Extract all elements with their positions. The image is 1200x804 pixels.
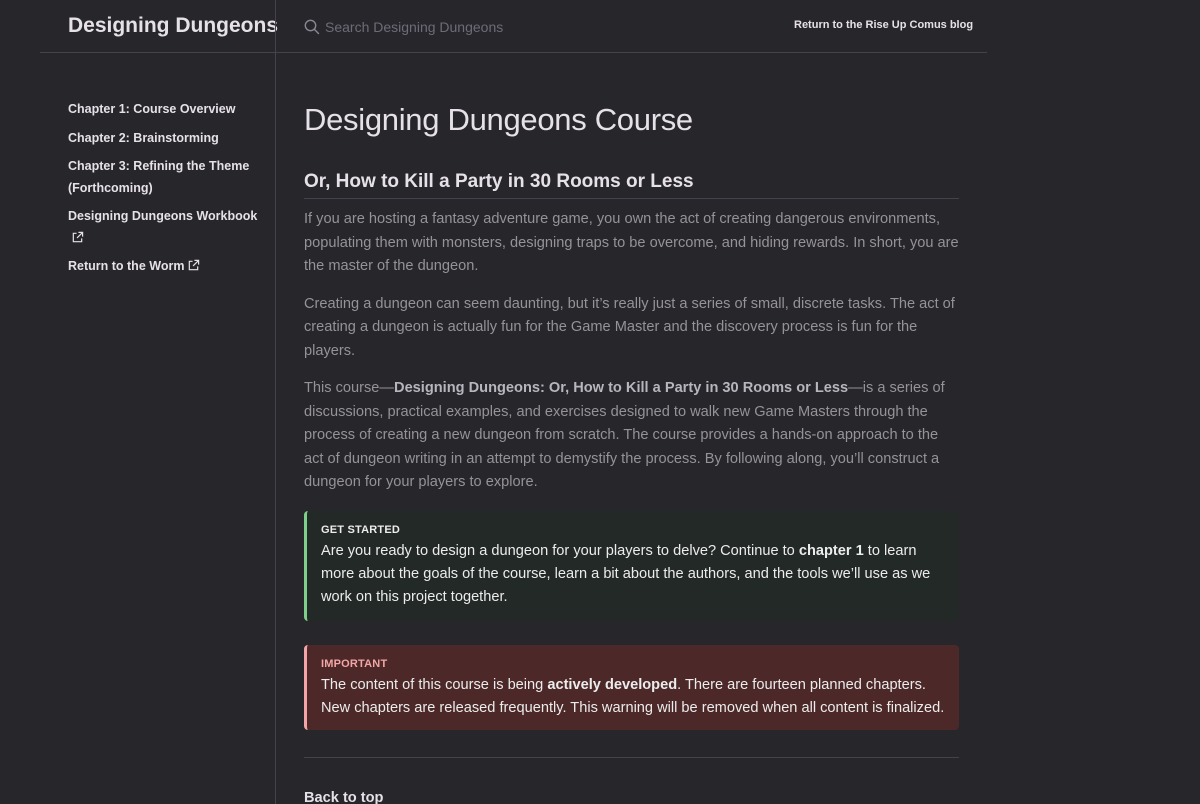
sidebar-item-label: Return to the Worm <box>68 259 185 273</box>
page-subtitle: Or, How to Kill a Party in 30 Rooms or L… <box>304 171 959 199</box>
search-bar[interactable] <box>304 16 604 38</box>
callout-body: Are you ready to design a dungeon for yo… <box>321 542 931 605</box>
return-to-blog-link[interactable]: Return to the Rise Up Comus blog <box>794 19 973 31</box>
sidebar-item-label: Chapter 3: Refining the Theme (Forthcomi… <box>68 159 250 195</box>
daunting-paragraph: Creating a dungeon can seem daunting, bu… <box>304 295 955 359</box>
external-link-icon <box>72 231 84 242</box>
sidebar-item-workbook[interactable]: Designing Dungeons Workbook <box>68 206 263 249</box>
sidebar-item-label: Chapter 1: Course Overview <box>68 102 236 116</box>
get-started-callout: GET STARTED Are you ready to design a du… <box>304 510 959 621</box>
chapter-1-link[interactable]: chapter 1 <box>799 543 864 559</box>
important-callout: IMPORTANT The content of this course is … <box>304 644 959 730</box>
search-icon <box>304 19 320 35</box>
intro-paragraph: If you are hosting a fantasy adventure g… <box>304 211 959 274</box>
sidebar-item-chapter-3[interactable]: Chapter 3: Refining the Theme (Forthcomi… <box>68 156 263 199</box>
external-link-icon <box>189 259 200 271</box>
sidebar-item-return-to-worm[interactable]: Return to the Worm <box>68 256 263 278</box>
search-input[interactable] <box>325 19 585 35</box>
callout-label: IMPORTANT <box>321 657 388 670</box>
sidebar-item-chapter-2[interactable]: Chapter 2: Brainstorming <box>68 128 263 150</box>
callout-body: The content of this course is being acti… <box>321 676 945 716</box>
sidebar-item-label: Chapter 2: Brainstorming <box>68 130 219 145</box>
sidebar-nav: Chapter 1: Course Overview Chapter 2: Br… <box>68 99 263 285</box>
sidebar-divider <box>275 0 276 804</box>
course-description-paragraph: This course—Designing Dungeons: Or, How … <box>304 380 945 490</box>
main-content: Designing Dungeons Course Or, How to Kil… <box>304 100 959 804</box>
footer-divider <box>304 756 959 758</box>
callout-label: GET STARTED <box>321 523 400 536</box>
back-to-top-link[interactable]: Back to top <box>304 790 383 804</box>
sidebar-item-label: Designing Dungeons Workbook <box>68 209 258 223</box>
sidebar-item-chapter-1[interactable]: Chapter 1: Course Overview <box>68 99 263 121</box>
page-title: Designing Dungeons Course <box>304 102 693 137</box>
site-title[interactable]: Designing Dungeons <box>68 14 278 38</box>
course-name: Designing Dungeons: Or, How to Kill a Pa… <box>394 380 849 396</box>
